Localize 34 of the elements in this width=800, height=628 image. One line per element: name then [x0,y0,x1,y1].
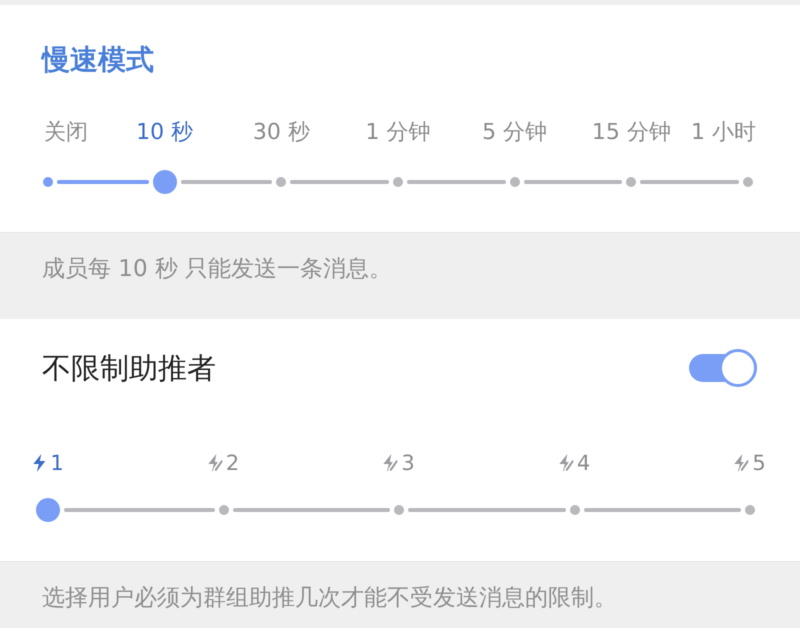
crossed-lightning-icon [558,454,573,472]
stop-dot-icon [745,505,755,515]
toggle-switch[interactable] [689,349,757,387]
boost-count-label[interactable]: 5 [752,451,766,475]
section-title: 慢速模式 [42,43,154,77]
boost-count-label[interactable]: 1 [50,451,64,475]
stop-dot-icon [218,505,228,515]
boost-count-label[interactable]: 2 [226,451,240,475]
stop-dot-icon [394,505,404,515]
hint-text: 选择用户必须为群组助推几次才能不受发送消息的限制。 [42,585,617,611]
stop-dot-icon [570,505,580,515]
setting-label: 不限制助推者 [42,350,216,387]
hint-text: 成员每 10 秒 只能发送一条消息。 [42,256,392,282]
boost-count-label[interactable]: 3 [401,451,415,475]
boost-count-label[interactable]: 4 [576,451,590,475]
crossed-lightning-icon [383,454,398,472]
option-label[interactable]: 1 分钟 [366,120,430,146]
option-label[interactable]: 5 分钟 [482,120,548,146]
slider-thumb[interactable] [152,170,177,194]
stop-dot-icon [43,177,53,187]
lightning-icon [32,454,46,472]
option-label[interactable]: 10 秒 [136,120,194,146]
option-label[interactable]: 30 秒 [252,120,310,146]
stop-dot-icon [393,177,403,187]
stop-dot-icon [743,177,753,187]
stop-dot-icon [276,177,286,187]
crossed-lightning-icon [734,454,748,472]
stop-dot-icon [626,177,636,187]
slider-thumb[interactable] [36,498,60,522]
stop-dot-icon [510,177,520,187]
option-label[interactable]: 关闭 [44,120,88,146]
option-label[interactable]: 1 小时 [691,120,756,146]
option-label[interactable]: 15 分钟 [592,120,671,146]
crossed-lightning-icon [208,454,222,472]
